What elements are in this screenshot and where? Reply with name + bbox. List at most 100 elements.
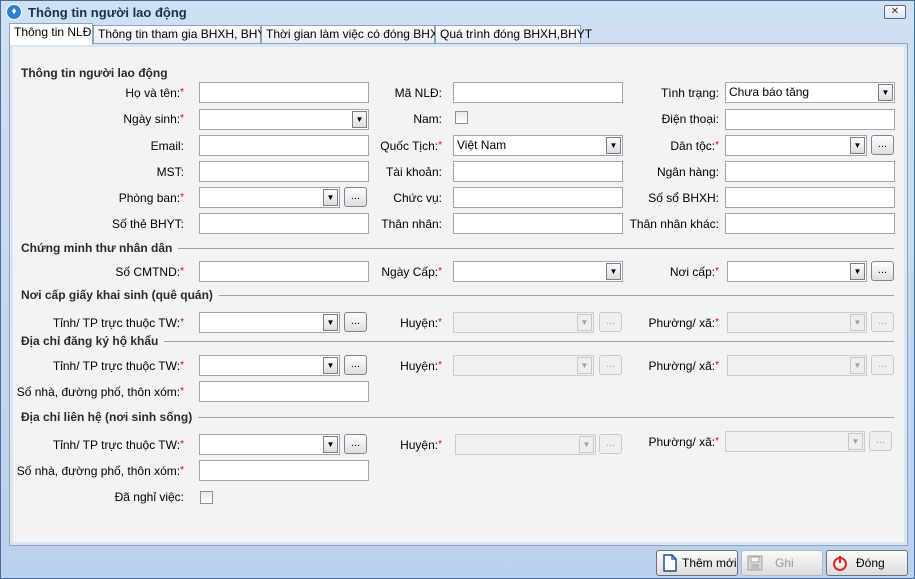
tab-tham-gia-bhxh[interactable]: Thông tin tham gia BHXH, BHYT bbox=[93, 25, 273, 44]
contact-huyen-browse-button[interactable]: ... bbox=[599, 434, 622, 454]
main-window: ♦ Thông tin người lao động ✕ Thông tin N… bbox=[0, 0, 915, 579]
ngay-sinh-picker[interactable]: ▼ bbox=[199, 109, 369, 130]
ngan-hang-input[interactable] bbox=[725, 161, 895, 182]
required-mark: * bbox=[180, 192, 184, 203]
resident-phuong-browse-button[interactable]: ... bbox=[871, 355, 894, 375]
tinh-trang-select[interactable]: Chưa báo tăng ▼ bbox=[725, 82, 895, 103]
chevron-down-icon[interactable]: ▼ bbox=[850, 357, 865, 374]
resident-so-nha-input[interactable] bbox=[199, 381, 369, 402]
quoc-tich-select[interactable]: Việt Nam ▼ bbox=[453, 135, 623, 156]
email-input[interactable] bbox=[199, 135, 369, 156]
power-icon bbox=[833, 556, 847, 571]
label-ngan-hang: Ngân hàng: bbox=[656, 165, 719, 179]
contact-so-nha-input[interactable] bbox=[199, 460, 369, 481]
button-bar: Thêm mới Ghi Đóng bbox=[1, 547, 914, 578]
title-bar: ♦ Thông tin người lao động ✕ bbox=[1, 1, 914, 23]
ghi-button[interactable]: Ghi bbox=[741, 550, 823, 576]
label-text: Họ và tên: bbox=[125, 86, 181, 100]
label-text: Phường/ xã: bbox=[648, 316, 716, 330]
chevron-down-icon[interactable]: ▼ bbox=[352, 111, 367, 128]
close-window-button[interactable]: ✕ bbox=[884, 5, 906, 19]
tab-qua-trinh-dong[interactable]: Quá trình đóng BHXH,BHYT bbox=[435, 25, 592, 44]
ngay-cap-picker[interactable]: ▼ bbox=[453, 261, 623, 282]
contact-phuong-select[interactable]: ▼ bbox=[725, 431, 865, 452]
chevron-down-icon[interactable]: ▼ bbox=[606, 263, 621, 280]
chevron-down-icon[interactable]: ▼ bbox=[323, 314, 338, 331]
resident-tinh-browse-button[interactable]: ... bbox=[344, 355, 367, 375]
label-text: Phường/ xã: bbox=[648, 359, 716, 373]
tai-khoan-input[interactable] bbox=[453, 161, 623, 182]
so-cmtnd-input[interactable] bbox=[199, 261, 369, 282]
chevron-down-icon[interactable]: ▼ bbox=[323, 189, 338, 206]
label-ho-ten: Họ và tên:* bbox=[125, 85, 184, 101]
resident-huyen-select[interactable]: ▼ bbox=[453, 355, 594, 376]
birth-phuong-select[interactable]: ▼ bbox=[727, 312, 867, 333]
than-nhan-khac-input[interactable] bbox=[725, 213, 895, 234]
chevron-down-icon[interactable]: ▼ bbox=[850, 314, 865, 331]
phong-ban-browse-button[interactable]: ... bbox=[344, 187, 367, 207]
chevron-down-icon[interactable]: ▼ bbox=[850, 263, 865, 280]
required-mark: * bbox=[715, 140, 719, 151]
ho-ten-input[interactable] bbox=[199, 82, 369, 103]
contact-tinh-browse-button[interactable]: ... bbox=[344, 434, 367, 454]
section-contact-address: Địa chỉ liên hệ (nơi sinh sống) bbox=[21, 410, 199, 424]
chevron-down-icon[interactable]: ▼ bbox=[323, 357, 338, 374]
chevron-down-icon[interactable]: ▼ bbox=[577, 314, 592, 331]
chevron-down-icon[interactable]: ▼ bbox=[850, 137, 865, 154]
chevron-down-icon[interactable]: ▼ bbox=[577, 357, 592, 374]
birth-huyen-browse-button[interactable]: ... bbox=[599, 312, 622, 332]
chuc-vu-input[interactable] bbox=[453, 187, 623, 208]
phong-ban-select[interactable]: ▼ bbox=[199, 187, 340, 208]
noi-cap-select[interactable]: ▼ bbox=[727, 261, 867, 282]
birth-huyen-select[interactable]: ▼ bbox=[453, 312, 594, 333]
chevron-down-icon[interactable]: ▼ bbox=[848, 433, 863, 450]
label-noi-cap: Nơi cấp:* bbox=[670, 264, 719, 280]
dan-toc-browse-button[interactable]: ... bbox=[871, 135, 894, 155]
contact-huyen-select[interactable]: ▼ bbox=[455, 434, 596, 455]
chevron-down-icon[interactable]: ▼ bbox=[878, 84, 893, 101]
label-text: Ngày sinh: bbox=[123, 112, 181, 126]
dong-button[interactable]: Đóng bbox=[826, 550, 908, 576]
label-so-nha: Số nhà, đường phố, thôn xóm:* bbox=[17, 384, 184, 400]
birth-tinh-select[interactable]: ▼ bbox=[199, 312, 340, 333]
label-text: Dân tộc: bbox=[670, 139, 716, 153]
than-nhan-input[interactable] bbox=[453, 213, 623, 234]
so-bhxh-input[interactable] bbox=[725, 187, 895, 208]
label-nam: Nam: bbox=[413, 112, 442, 126]
form-area: Thông tin người lao động Họ và tên:* Mã … bbox=[10, 44, 907, 545]
birth-phuong-browse-button[interactable]: ... bbox=[871, 312, 894, 332]
label-text: Phường/ xã: bbox=[648, 435, 716, 449]
birth-tinh-browse-button[interactable]: ... bbox=[344, 312, 367, 332]
resident-phuong-select[interactable]: ▼ bbox=[727, 355, 867, 376]
resident-huyen-browse-button[interactable]: ... bbox=[599, 355, 622, 375]
chevron-down-icon[interactable]: ▼ bbox=[606, 137, 621, 154]
section-birth-place: Nơi cấp giấy khai sinh (quê quán) bbox=[21, 288, 219, 302]
dien-thoai-input[interactable] bbox=[725, 109, 895, 130]
chevron-down-icon[interactable]: ▼ bbox=[579, 436, 594, 453]
ma-nld-input[interactable] bbox=[453, 82, 623, 103]
required-mark: * bbox=[715, 436, 719, 447]
resident-tinh-select[interactable]: ▼ bbox=[199, 355, 340, 376]
chevron-down-icon[interactable]: ▼ bbox=[323, 436, 338, 453]
required-mark: * bbox=[438, 439, 442, 450]
label-tinh: Tỉnh/ TP trực thuộc TW:* bbox=[53, 358, 184, 374]
nam-checkbox[interactable] bbox=[455, 111, 468, 124]
noi-cap-browse-button[interactable]: ... bbox=[871, 261, 894, 281]
tab-thoi-gian-lam-viec[interactable]: Thời gian làm việc có đóng BHXH bbox=[261, 25, 447, 44]
mst-input[interactable] bbox=[199, 161, 369, 182]
label-huyen: Huyện:* bbox=[400, 358, 442, 374]
contact-phuong-browse-button[interactable]: ... bbox=[869, 431, 892, 451]
label-ngay-sinh: Ngày sinh:* bbox=[123, 111, 184, 127]
them-moi-button[interactable]: Thêm mới bbox=[656, 550, 738, 576]
dan-toc-select[interactable]: ▼ bbox=[725, 135, 867, 156]
tab-thong-tin-nld[interactable]: Thông tin NLĐ bbox=[9, 23, 93, 45]
required-mark: * bbox=[438, 140, 442, 151]
ghi-label: Ghi bbox=[775, 556, 794, 570]
app-icon: ♦ bbox=[6, 4, 22, 20]
label-so-nha: Số nhà, đường phố, thôn xóm:* bbox=[17, 463, 184, 479]
contact-tinh-select[interactable]: ▼ bbox=[199, 434, 340, 455]
label-dien-thoai: Điện thoại: bbox=[661, 112, 719, 126]
so-bhyt-input[interactable] bbox=[199, 213, 369, 234]
label-tinh: Tỉnh/ TP trực thuộc TW:* bbox=[53, 437, 184, 453]
da-nghi-viec-checkbox[interactable] bbox=[200, 491, 213, 504]
